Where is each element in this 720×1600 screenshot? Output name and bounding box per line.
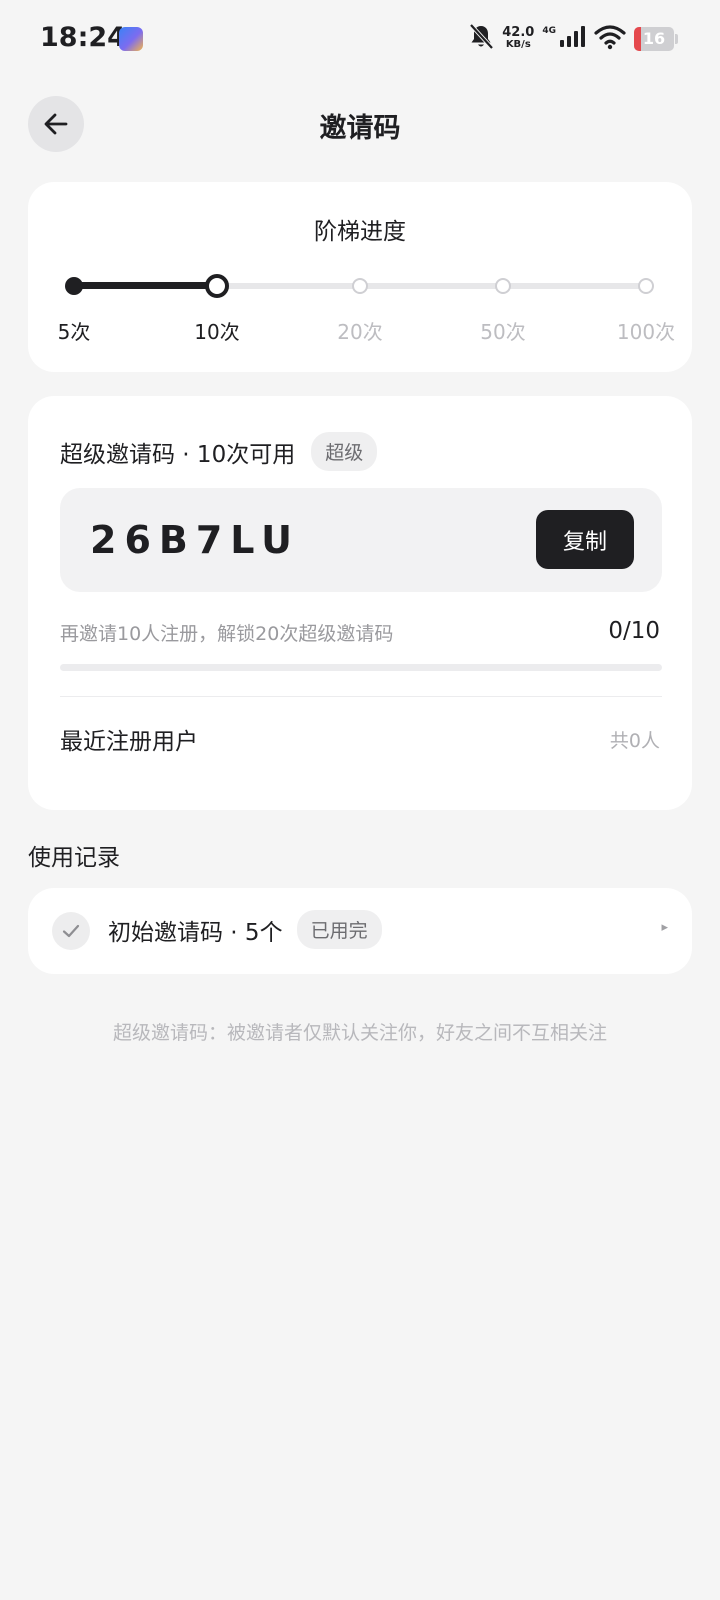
ladder-step-label: 100次 <box>616 320 676 344</box>
usage-record-item[interactable]: 初始邀请码 · 5个 已用完 ▸ <box>28 888 692 974</box>
ladder-node-4 <box>638 278 654 294</box>
recent-users-count: 共0人 <box>609 730 660 752</box>
usage-record-label-row: 初始邀请码 · 5个 已用完 <box>108 910 382 949</box>
app-icon <box>119 27 143 51</box>
ladder-node-0 <box>65 277 83 295</box>
ladder-node-3 <box>495 278 511 294</box>
ladder-track-fill <box>74 282 217 289</box>
ladder-progress-card: 阶梯进度 5次 10次 20次 50次 100次 <box>28 182 692 372</box>
ladder-step-label: 50次 <box>480 320 526 344</box>
super-code-title: 超级邀请码 · 10次可用 <box>60 441 296 468</box>
ladder-title: 阶梯进度 <box>314 219 406 245</box>
super-code-card: 超级邀请码 · 10次可用 超级 26B7LU 复制 再邀请10人注册，解锁20… <box>28 396 692 810</box>
ladder-step-label: 5次 <box>57 320 91 344</box>
chevron-right-icon: ▸ <box>661 920 668 935</box>
net-speed: 42.0 KB/s <box>502 25 535 51</box>
status-icons: 42.0 KB/s 4G 16 <box>468 22 678 56</box>
net-speed-value: 42.0 <box>502 25 535 40</box>
mute-bell-icon <box>468 23 494 55</box>
network-type: 4G <box>542 26 556 36</box>
net-speed-unit: KB/s <box>505 39 531 50</box>
invite-code: 26B7LU <box>90 518 301 562</box>
super-code-title-row: 超级邀请码 · 10次可用 超级 <box>60 432 378 471</box>
unlock-progress-bar <box>60 664 662 671</box>
ladder-step-label: 20次 <box>337 320 383 344</box>
unlock-progress-count: 0/10 <box>608 618 660 644</box>
code-box: 26B7LU 复制 <box>60 488 662 592</box>
battery-icon: 16 <box>634 27 674 51</box>
status-bar: 18:24 42.0 KB/s 4G 16 <box>0 0 720 76</box>
battery-level: 16 <box>642 29 666 48</box>
wifi-icon <box>594 24 626 54</box>
status-time: 18:24 <box>40 22 126 53</box>
ladder-step-label: 10次 <box>194 320 240 344</box>
usage-record-label: 初始邀请码 · 5个 <box>108 919 283 946</box>
recent-users-title: 最近注册用户 <box>60 729 198 755</box>
signal-icon <box>558 25 586 53</box>
ladder-node-1 <box>205 274 229 298</box>
usage-section-title: 使用记录 <box>28 845 120 871</box>
copy-button[interactable]: 复制 <box>536 510 634 569</box>
footnote: 超级邀请码：被邀请者仅默认关注你，好友之间不互相关注 <box>112 1022 607 1044</box>
ladder-node-2 <box>352 278 368 294</box>
page-title: 邀请码 <box>319 113 401 144</box>
unlock-progress-text: 再邀请10人注册，解锁20次超级邀请码 <box>60 623 394 645</box>
check-icon <box>52 912 90 950</box>
usage-record-status: 已用完 <box>296 910 382 949</box>
divider <box>60 696 662 697</box>
super-tag: 超级 <box>311 432 378 471</box>
